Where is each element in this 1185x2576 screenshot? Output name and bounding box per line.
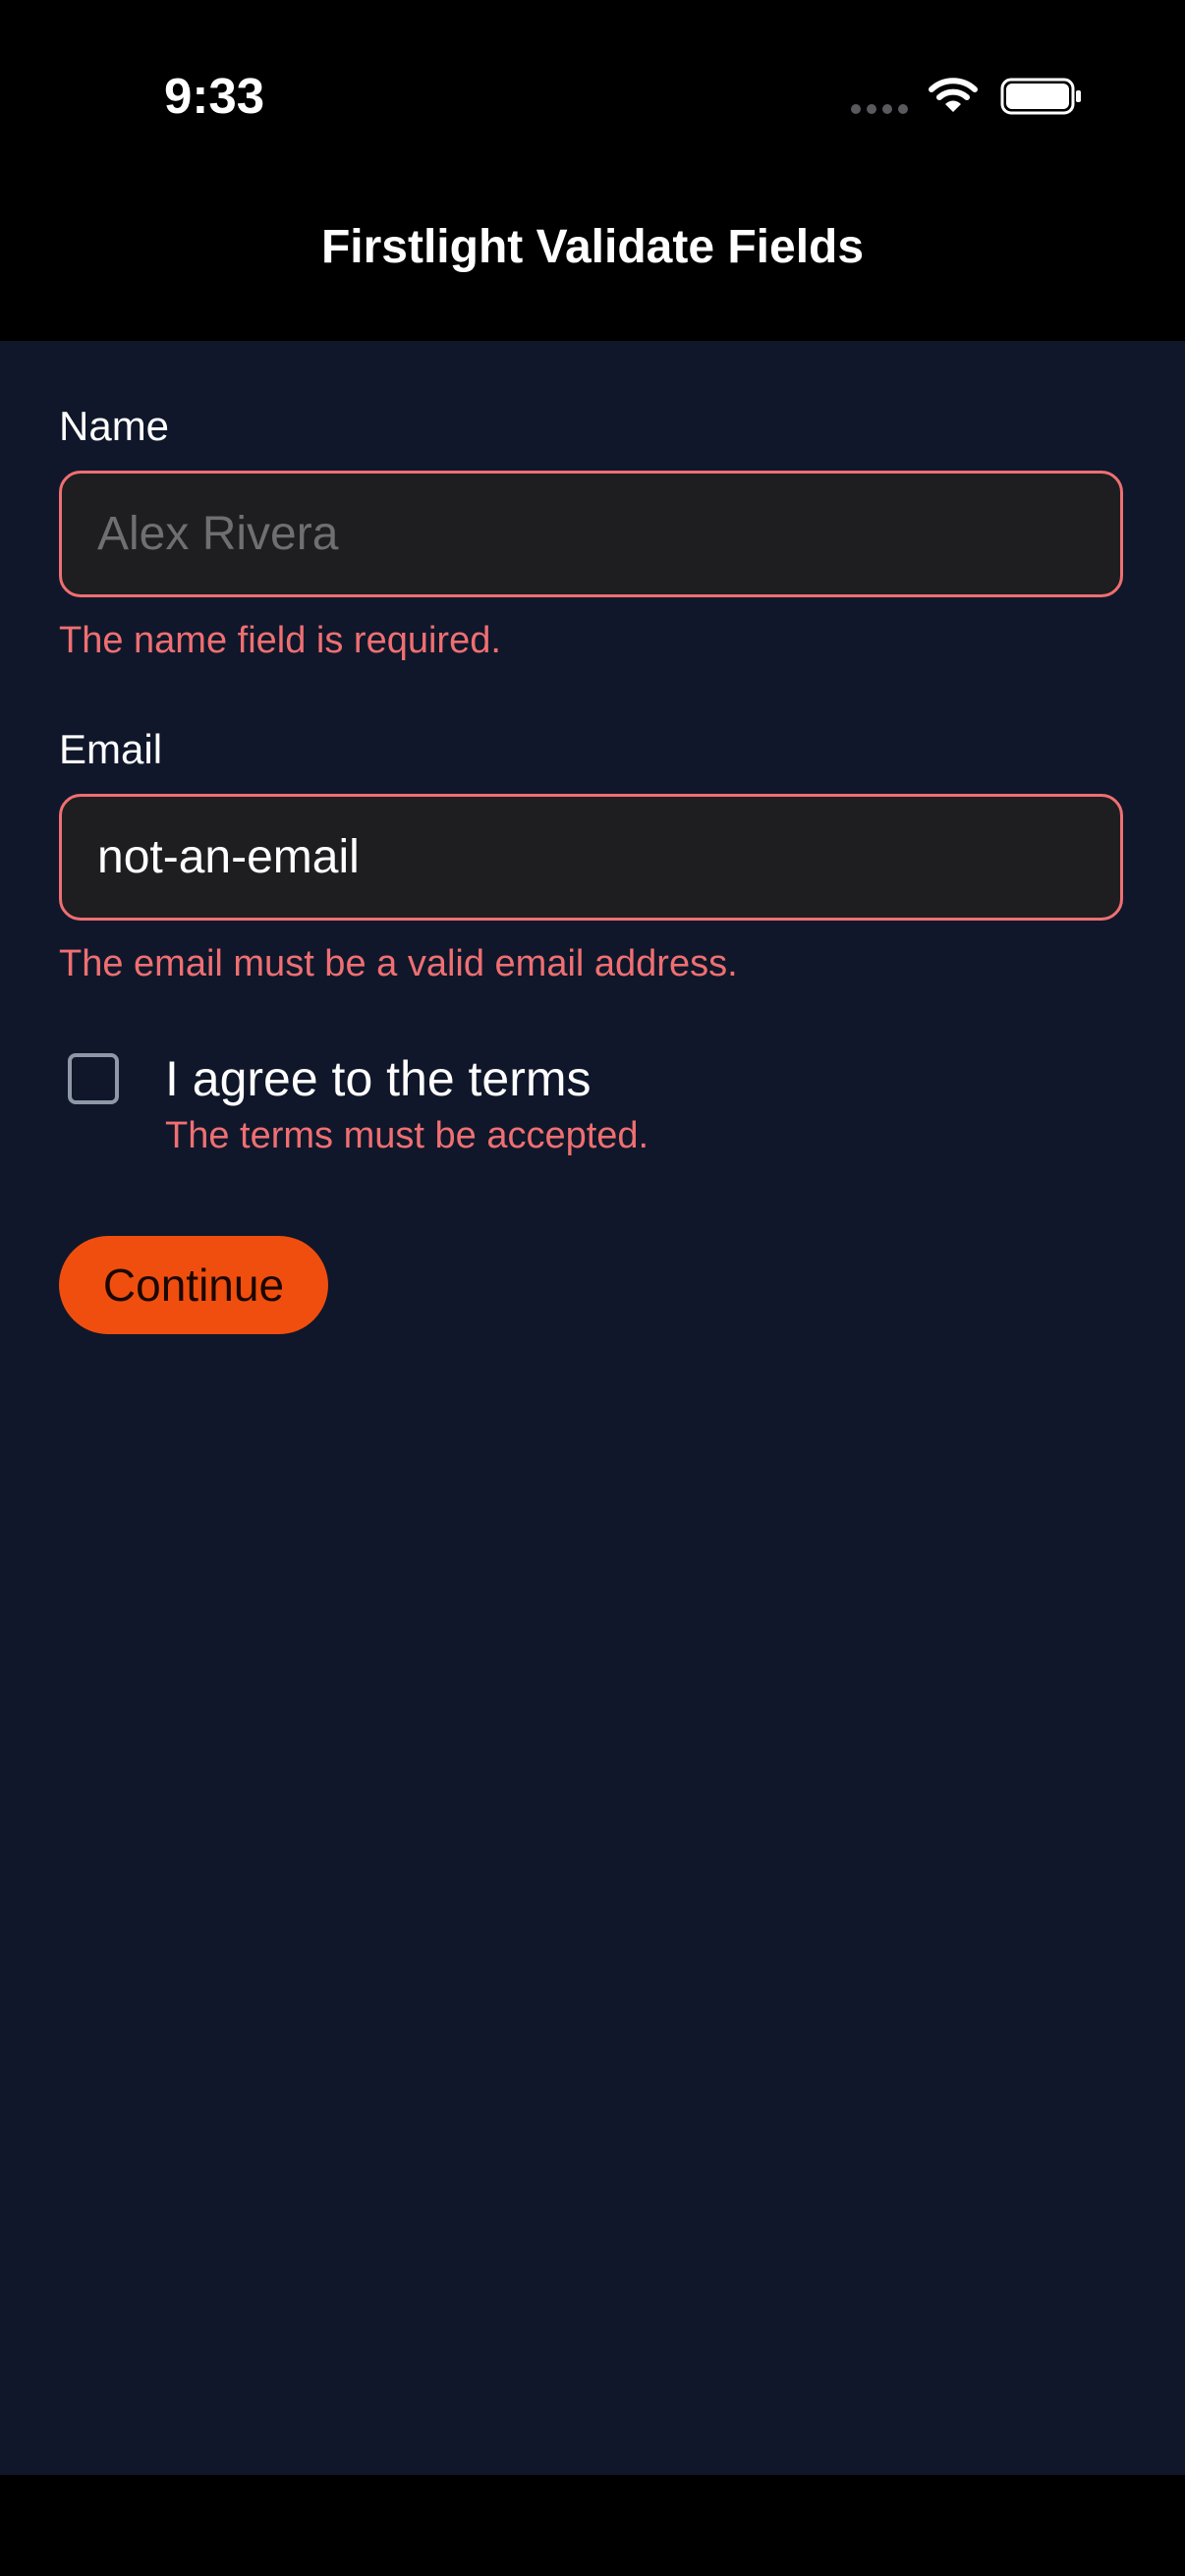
wifi-icon bbox=[929, 78, 978, 112]
terms-error-message: The terms must be accepted. bbox=[165, 1115, 649, 1156]
status-bar: 9:33 bbox=[0, 0, 1185, 196]
name-error-message: The name field is required. bbox=[59, 620, 501, 661]
battery-icon bbox=[1000, 78, 1081, 115]
page-title: Firstlight Validate Fields bbox=[320, 221, 865, 273]
bottom-bar bbox=[0, 2475, 1185, 2576]
signal-dots-icon bbox=[851, 104, 908, 114]
navigation-bar: Firstlight Validate Fields bbox=[0, 196, 1185, 341]
email-field-label: Email bbox=[59, 726, 163, 772]
name-field-label: Name bbox=[59, 403, 170, 449]
continue-button[interactable]: Continue bbox=[59, 1236, 328, 1334]
status-time: 9:33 bbox=[164, 68, 265, 124]
email-error-message: The email must be a valid email address. bbox=[59, 943, 738, 984]
name-field[interactable]: Alex Rivera bbox=[59, 471, 1123, 597]
email-field[interactable]: not-an-email bbox=[59, 794, 1123, 921]
terms-checkbox-label[interactable]: I agree to the terms bbox=[165, 1049, 592, 1108]
name-field-placeholder: Alex Rivera bbox=[97, 508, 339, 560]
email-field-value: not-an-email bbox=[97, 831, 360, 883]
form-content: Name Alex Rivera The name field is requi… bbox=[0, 341, 1185, 2475]
terms-checkbox[interactable] bbox=[68, 1053, 119, 1104]
